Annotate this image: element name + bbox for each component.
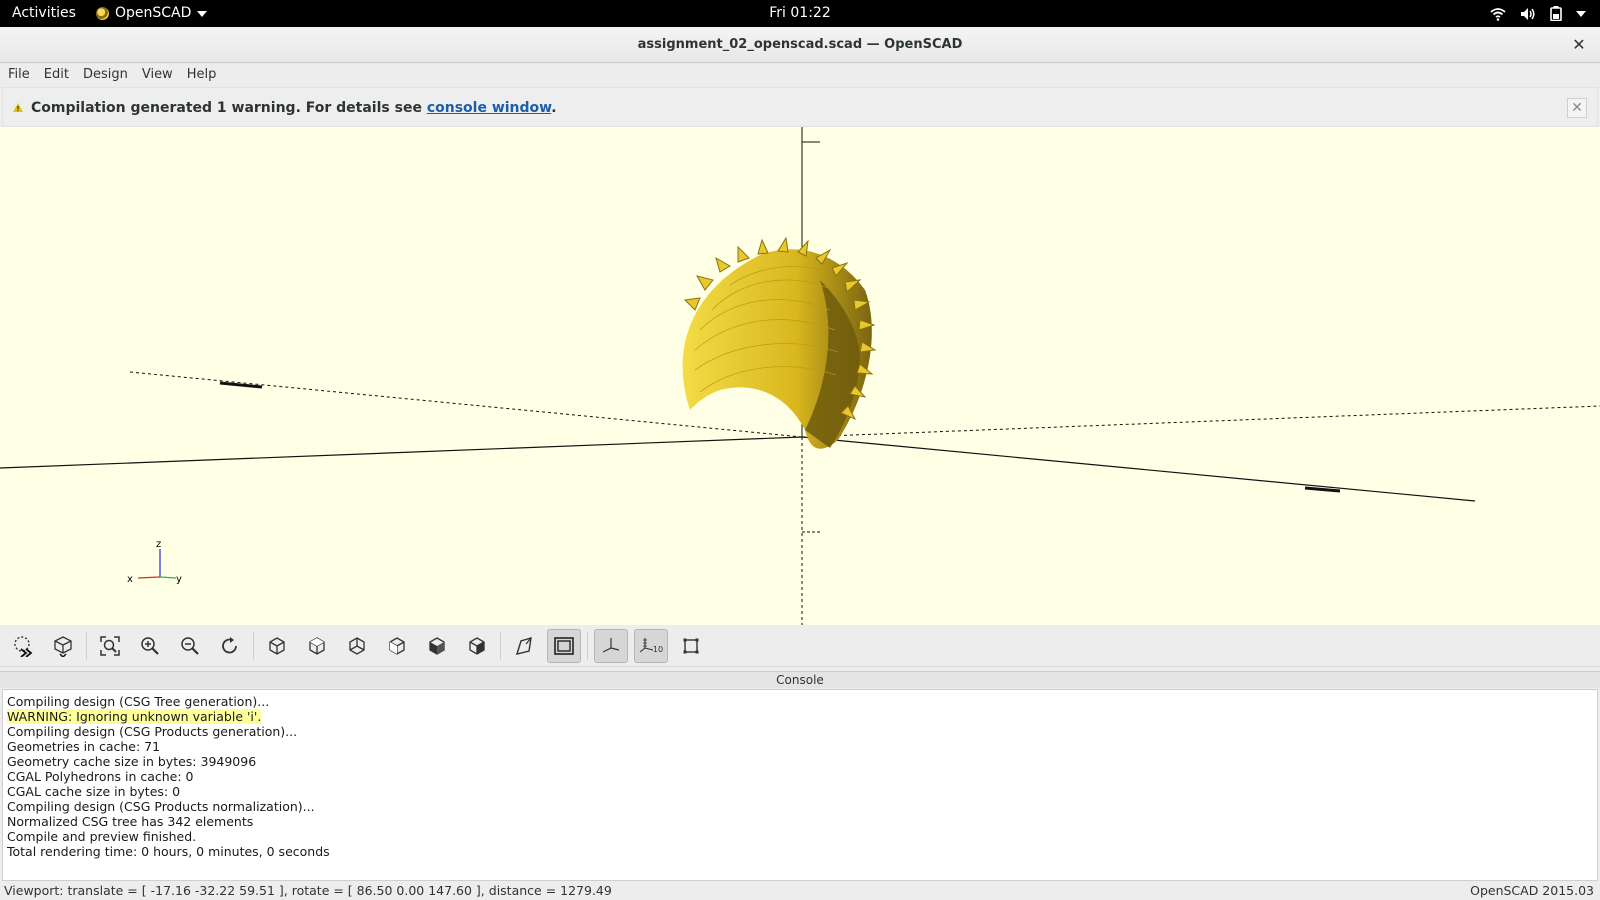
view-toolbar: 10 [0,625,1600,667]
view-all-button[interactable] [93,629,127,663]
warning-message: Compilation generated 1 warning. For det… [31,88,557,128]
cube-front-icon [429,636,445,655]
system-top-bar: Activities OpenSCAD Fri 01:22 [0,0,1600,27]
preview-button[interactable] [6,629,40,663]
cube-bottom-icon [349,636,365,655]
clock[interactable]: Fri 01:22 [769,5,830,21]
chevron-down-icon [197,10,208,17]
view-bottom-button[interactable] [340,629,374,663]
compilation-warning-bar: Compilation generated 1 warning. For det… [2,87,1598,127]
zoom-out-icon [181,636,199,655]
clock-container: Fri 01:22 [0,0,1600,27]
menu-design[interactable]: Design [79,63,132,87]
console-warning-text: WARNING: Ignoring unknown variable 'i'. [7,709,262,724]
console-line: Compiling design (CSG Products normaliza… [7,799,315,814]
console-line: Geometry cache size in bytes: 3949096 [7,754,257,769]
console-output[interactable]: Compiling design (CSG Tree generation)..… [2,689,1598,881]
openscad-app-icon [96,7,109,20]
warning-text: Compilation generated 1 warning. For det… [31,100,427,116]
warning-icon [13,103,23,112]
console-window-link[interactable]: console window [427,100,551,116]
scene-canvas: z y x [0,127,1600,625]
toolbar-separator [86,631,87,660]
render-icon [54,635,72,657]
chevron-down-icon [1576,10,1586,17]
perspective-button[interactable] [507,629,541,663]
axis-indicator-x-label: x [127,574,133,585]
console-line: Total rendering time: 0 hours, 0 minutes… [7,844,330,859]
battery-icon [1550,6,1562,21]
reset-view-icon [222,636,237,653]
console-dock-title[interactable]: Console [0,671,1600,688]
preview-icon [14,635,33,657]
wifi-icon [1490,7,1506,21]
toolbar-separator [587,631,588,660]
activities-button[interactable]: Activities [12,0,76,27]
console-line: Normalized CSG tree has 342 elements [7,814,254,829]
menu-view[interactable]: View [138,63,177,87]
axis-indicator-y-label: y [176,574,182,585]
cube-right-icon [269,636,285,655]
console-line: Compiling design (CSG Tree generation)..… [7,694,270,709]
status-bar: Viewport: translate = [ -17.16 -32.22 59… [0,882,1600,900]
zoom-in-icon [141,636,159,655]
console-line: Compiling design (CSG Products generatio… [7,724,298,739]
view-right-button[interactable] [260,629,294,663]
console-warning-line: WARNING: Ignoring unknown variable 'i'. [7,709,1593,724]
toolbar-separator [253,631,254,660]
axis-indicator-z-label: z [156,539,161,550]
show-edges-button[interactable] [674,629,708,663]
console-line: Geometries in cache: 71 [7,739,161,754]
view-all-icon [100,635,120,656]
show-scale-markers-button[interactable]: 10 [634,628,668,663]
axes-icon [602,637,620,653]
version-label: OpenSCAD 2015.03 [1470,883,1594,898]
app-menu-label: OpenSCAD [115,5,192,21]
reset-view-button[interactable] [213,629,247,663]
cube-back-icon [469,636,485,655]
toolbar-separator [500,631,501,660]
app-menu[interactable]: OpenSCAD [96,0,208,27]
cube-top-icon [309,636,325,655]
model-geometry [682,236,877,449]
zoom-in-button[interactable] [133,629,167,663]
warning-text-end: . [551,100,557,116]
view-back-button[interactable] [460,629,494,663]
orthogonal-button[interactable] [547,628,581,663]
view-left-button[interactable] [380,629,414,663]
close-window-button[interactable]: ✕ [1570,36,1588,54]
menu-file[interactable]: File [4,63,34,87]
show-axes-button[interactable] [594,628,628,663]
close-warning-button[interactable]: ✕ [1567,98,1587,118]
system-status-area[interactable] [1490,0,1586,27]
axis-indicator: z y x [127,539,182,585]
window-title: assignment_02_openscad.scad — OpenSCAD [637,37,963,52]
zoom-out-button[interactable] [173,629,207,663]
menu-help[interactable]: Help [183,63,221,87]
console-line: Compile and preview finished. [7,829,197,844]
menu-bar: File Edit Design View Help [0,63,1600,87]
volume-icon [1521,7,1535,20]
render-button[interactable] [46,629,80,663]
cube-left-icon [389,636,405,655]
perspective-icon [515,636,532,655]
console-line: CGAL Polyhedrons in cache: 0 [7,769,194,784]
window-title-bar: assignment_02_openscad.scad — OpenSCAD ✕ [0,27,1600,63]
menu-edit[interactable]: Edit [40,63,73,87]
view-top-button[interactable] [300,629,334,663]
scale-marker-label: 10 [652,645,664,654]
viewport-status: Viewport: translate = [ -17.16 -32.22 59… [4,883,612,898]
orthogonal-icon [554,636,574,655]
console-line: CGAL cache size in bytes: 0 [7,784,181,799]
view-front-button[interactable] [420,629,454,663]
edges-icon [683,638,699,653]
3d-viewport[interactable]: z y x [0,127,1600,625]
